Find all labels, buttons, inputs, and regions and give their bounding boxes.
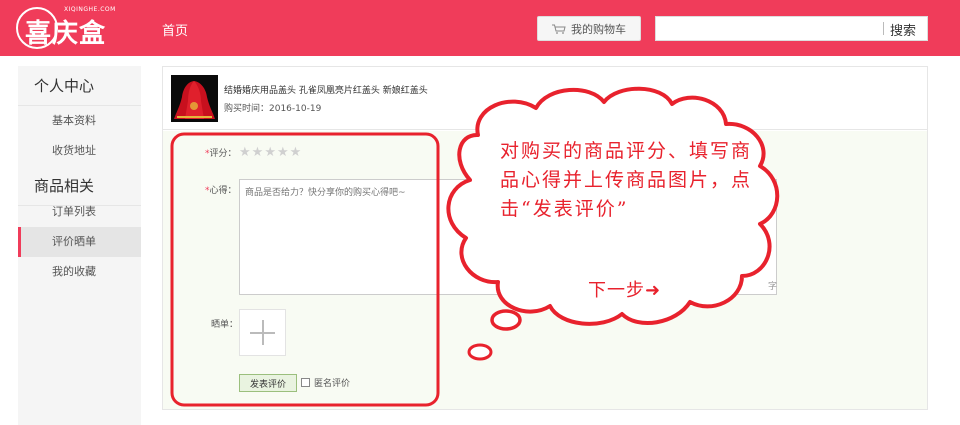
photo-label: 晒单： (211, 320, 239, 330)
sidebar-item-profile[interactable]: 基本资料 (18, 106, 141, 136)
cart-icon (552, 24, 566, 34)
photo-upload-button[interactable] (239, 309, 286, 356)
arrow-right-icon: ➜ (645, 280, 662, 301)
search-button[interactable]: 搜索 (890, 20, 916, 39)
sidebar-item-address[interactable]: 收货地址 (18, 136, 141, 166)
experience-label: *心得： (205, 183, 237, 196)
nav-home-link[interactable]: 首页 (162, 20, 188, 39)
star-icon[interactable]: ★ (239, 146, 251, 159)
veil-image (171, 75, 218, 122)
product-summary: 结婚婚庆用品盖头 孔雀凤凰亮片红盖头 新娘红盖头 购买时间：2016-10-19 (163, 67, 927, 130)
next-step-label: 下一步➜ (588, 276, 661, 302)
sidebar: 个人中心 基本资料 收货地址 商品相关 订单列表 评价晒单 我的收藏 (18, 66, 141, 425)
logo-text: 喜庆盒 (25, 19, 107, 49)
experience-label-text: 心得： (209, 186, 237, 196)
cart-button[interactable]: 我的购物车 (537, 16, 641, 41)
sidebar-item-orders[interactable]: 订单列表 (18, 197, 141, 227)
anonymous-label: 匿名评价 (314, 379, 351, 389)
top-header: 喜庆盒 XIQINGHE.COM 首页 我的购物车 搜索 (0, 0, 960, 56)
anonymous-checkbox[interactable] (301, 378, 310, 387)
logo-domain: XIQINGHE.COM (64, 6, 116, 13)
search-divider (883, 22, 884, 35)
rating-stars: ★ ★ ★ ★ ★ (239, 146, 301, 159)
purchase-time: 购买时间：2016-10-19 (224, 104, 322, 114)
sidebar-section-personal: 个人中心 (18, 66, 141, 106)
char-count-label: 字 (768, 282, 778, 292)
sidebar-item-favorites[interactable]: 我的收藏 (18, 257, 141, 287)
product-name[interactable]: 结婚婚庆用品盖头 孔雀凤凰亮片红盖头 新娘红盖头 (224, 83, 428, 96)
star-icon[interactable]: ★ (252, 146, 264, 159)
rating-label-text: 评分： (209, 149, 237, 159)
rating-label: *评分： (205, 146, 237, 159)
next-step-text: 下一步 (588, 280, 645, 301)
review-panel: 结婚婚庆用品盖头 孔雀凤凰亮片红盖头 新娘红盖头 购买时间：2016-10-19… (162, 66, 928, 410)
star-icon[interactable]: ★ (290, 146, 302, 159)
submit-review-button[interactable]: 发表评价 (239, 374, 297, 392)
site-logo[interactable]: 喜庆盒 XIQINGHE.COM (16, 4, 126, 52)
search-box: 搜索 (655, 16, 928, 41)
plus-icon-vertical (262, 320, 264, 345)
callout-text: 对购买的商品评分、填写商品心得并上传商品图片，点击“发表评价” (500, 140, 753, 220)
search-input[interactable] (656, 17, 882, 40)
product-thumbnail[interactable] (171, 75, 218, 122)
star-icon[interactable]: ★ (277, 146, 289, 159)
cart-label: 我的购物车 (571, 22, 626, 36)
sidebar-item-reviews[interactable]: 评价晒单 (18, 227, 141, 257)
star-icon[interactable]: ★ (264, 146, 276, 159)
